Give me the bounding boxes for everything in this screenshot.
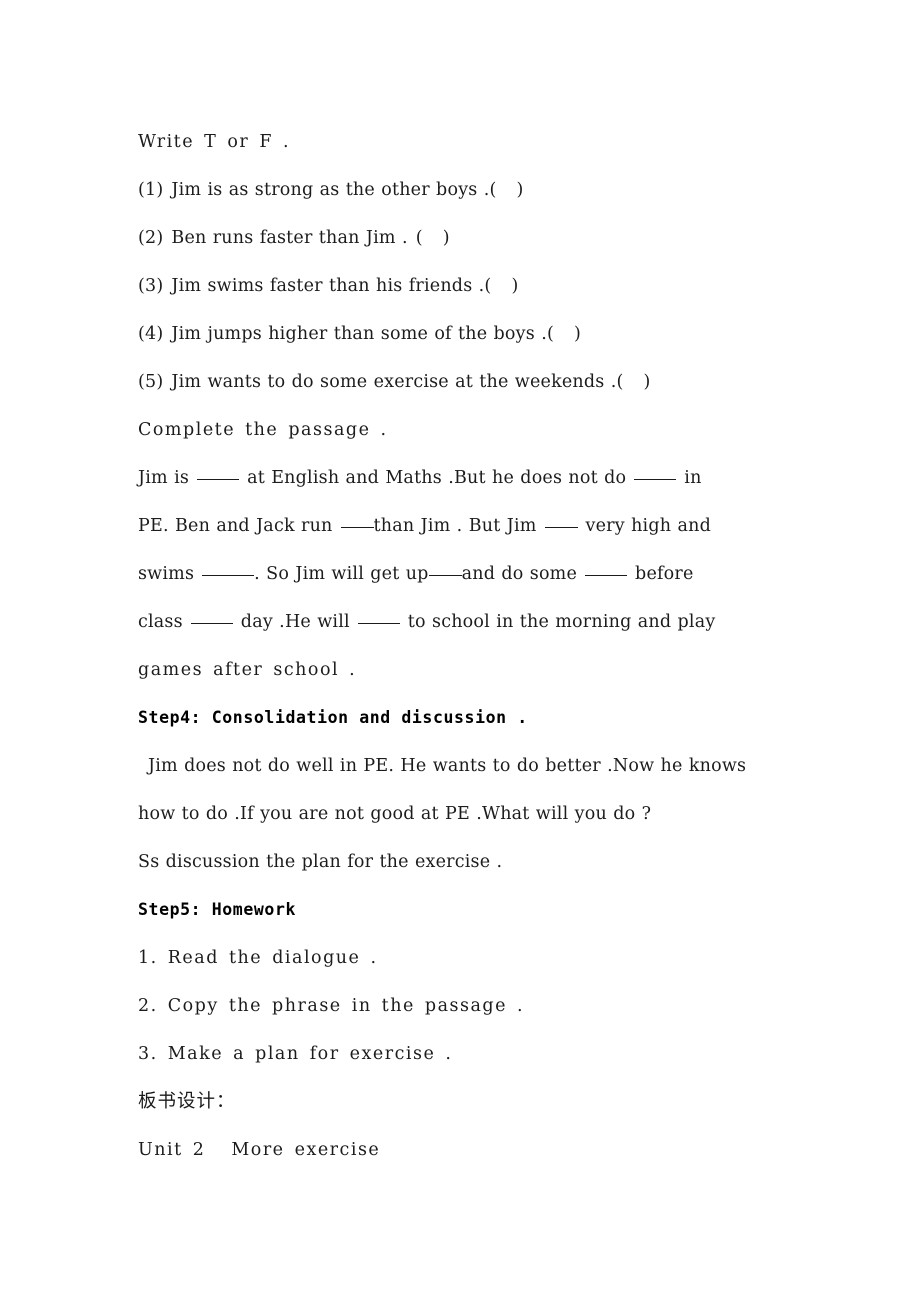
item-number: (1): [138, 180, 164, 200]
passage-line: swims . So Jim will get up and do some befo…: [138, 550, 782, 598]
fill-blank[interactable]: [634, 467, 677, 480]
answer-paren-close: ): [516, 180, 524, 200]
passage-line: PE. Ben and Jack run than Jim . But Jim ve…: [138, 502, 782, 550]
passage-text: in: [684, 468, 702, 488]
homework-item: 2. Copy the phrase in the passage .: [138, 996, 525, 1016]
passage-text: at English and Maths .But he does not do: [247, 468, 627, 488]
answer-paren-open: (: [484, 276, 492, 296]
answer-paren-open: (: [415, 228, 423, 248]
passage-text: Jim is: [138, 468, 190, 488]
passage-text: than Jim . But Jim: [373, 516, 537, 536]
fill-blank[interactable]: [544, 515, 578, 528]
item-number: (5): [138, 372, 164, 392]
item-text: Jim swims faster than his friends .: [171, 276, 485, 296]
item-number: (3): [138, 276, 164, 296]
item-number: (2): [138, 228, 164, 248]
document-page: Write T or F . (1) Jim is as strong as th…: [0, 0, 920, 1302]
answer-paren-close: ): [643, 372, 651, 392]
true-false-item: (4) Jim jumps higher than some of the boy…: [138, 310, 782, 358]
true-false-item: (2) Ben runs faster than Jim . (): [138, 214, 782, 262]
passage-line: class day .He will to school in the mornin…: [138, 598, 782, 646]
true-false-item: (3) Jim swims faster than his friends .(): [138, 262, 782, 310]
passage-text: swims: [138, 564, 195, 584]
unit-number: Unit 2: [138, 1140, 206, 1160]
homework-item: 3. Make a plan for exercise .: [138, 1044, 453, 1064]
homework-item: 1. Read the dialogue .: [138, 948, 378, 968]
passage-text: day .He will: [240, 612, 350, 632]
item-text: Jim jumps higher than some of the boys .: [171, 324, 547, 344]
fill-blank[interactable]: [428, 563, 462, 576]
answer-paren-close: ): [573, 324, 582, 344]
true-false-item: (1) Jim is as strong as the other boys .(…: [138, 166, 782, 214]
step5-heading: Step5: Homework: [138, 900, 297, 919]
answer-paren-open: (: [616, 372, 624, 392]
true-false-item: (5) Jim wants to do some exercise at the …: [138, 358, 782, 406]
answer-paren-open: (: [546, 324, 554, 344]
passage-line: games after school .: [138, 660, 357, 680]
fill-blank[interactable]: [340, 515, 374, 528]
passage-text: . So Jim will get up: [254, 564, 429, 584]
answer-paren-close: ): [442, 228, 450, 248]
blackboard-design-heading: 板书设计：: [138, 1091, 236, 1112]
passage-text: class: [138, 612, 183, 632]
passage-text: PE. Ben and Jack run: [138, 516, 333, 536]
passage-line: Jim is at English and Maths .But he does …: [138, 454, 782, 502]
answer-paren-open: (: [489, 180, 497, 200]
passage-text: to school in the morning and play: [407, 612, 716, 632]
blackboard-unit-line: Unit 2 More exercise: [138, 1126, 782, 1174]
item-text: Jim is as strong as the other boys .: [171, 180, 490, 200]
answer-paren-close: ): [511, 276, 519, 296]
step4-heading: Step4: Consolidation and discussion .: [138, 708, 528, 727]
fill-blank[interactable]: [190, 611, 233, 624]
step4-paragraph-line: how to do .If you are not good at PE .Wh…: [138, 804, 652, 824]
item-text: Jim wants to do some exercise at the wee…: [171, 372, 617, 392]
fill-blank[interactable]: [357, 611, 400, 624]
step4-paragraph-line: Jim does not do well in PE. He wants to …: [148, 756, 747, 776]
passage-text: and do some: [461, 564, 578, 584]
fill-blank[interactable]: [197, 467, 240, 480]
unit-title: More exercise: [231, 1140, 381, 1160]
complete-passage-instruction: Complete the passage .: [138, 420, 388, 440]
passage-text: very high and: [585, 516, 711, 536]
item-text: Ben runs faster than Jim .: [171, 228, 408, 248]
passage-text: before: [635, 564, 694, 584]
fill-blank[interactable]: [202, 563, 255, 576]
true-false-instruction: Write T or F .: [138, 132, 291, 152]
step4-paragraph-line: Ss discussion the plan for the exercise …: [138, 852, 503, 872]
item-number: (4): [138, 324, 164, 344]
fill-blank[interactable]: [585, 563, 628, 576]
document-content: Write T or F . (1) Jim is as strong as th…: [138, 118, 782, 1174]
